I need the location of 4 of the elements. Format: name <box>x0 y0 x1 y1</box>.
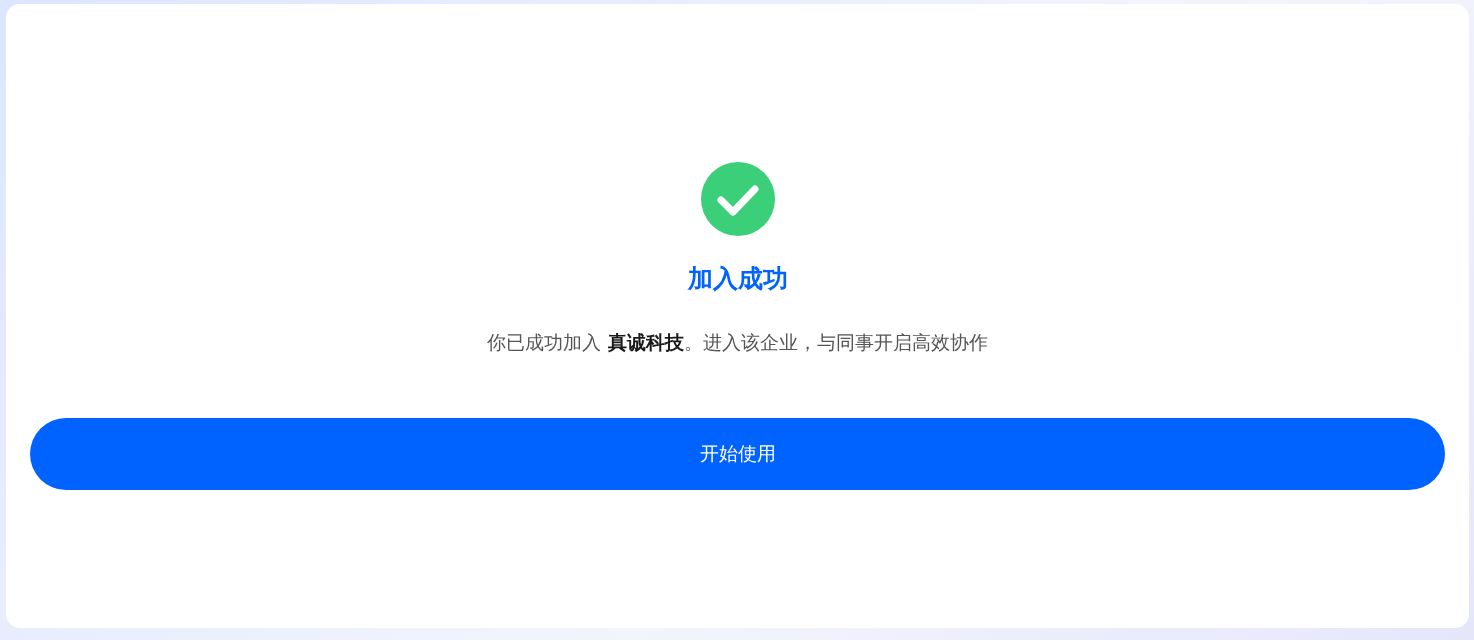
success-message: 你已成功加入 真诚科技。进入该企业，与同事开启高效协作 <box>487 330 988 355</box>
success-title: 加入成功 <box>687 263 788 295</box>
success-check-icon <box>700 162 775 236</box>
start-button[interactable]: 开始使用 <box>30 418 1445 490</box>
